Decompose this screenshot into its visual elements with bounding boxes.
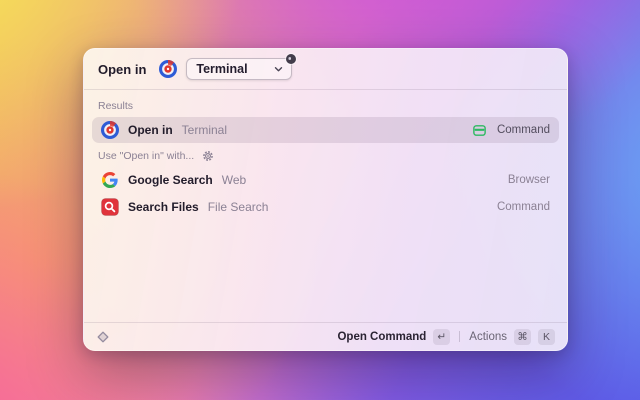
open-in-extension-icon <box>101 121 119 139</box>
footer-bar: Open Command ↵ Actions ⌘ K <box>84 322 567 350</box>
result-row-search-files[interactable]: Search Files File Search Command <box>92 194 559 220</box>
row-accessory: Command <box>496 201 550 213</box>
command-header: Open in Terminal <box>84 49 567 89</box>
cmd-key: ⌘ <box>514 328 531 345</box>
row-subtitle: Terminal <box>181 123 228 137</box>
result-row-google-search[interactable]: Google Search Web Browser <box>92 167 559 193</box>
raycast-logo-icon <box>96 330 110 344</box>
row-subtitle: File Search <box>207 200 269 214</box>
desktop-background: { "header": { "label": "Open in", "dropd… <box>0 0 640 400</box>
primary-action-label[interactable]: Open Command <box>337 331 426 343</box>
row-accessory: Browser <box>507 174 550 186</box>
row-title: Google Search <box>128 173 213 187</box>
footer-separator <box>459 331 461 342</box>
google-icon <box>101 171 119 189</box>
app-window-icon <box>472 123 487 138</box>
open-in-extension-icon <box>159 60 178 78</box>
use-with-section-label: Use "Open in" with... <box>92 144 559 167</box>
actions-menu-label[interactable]: Actions <box>469 331 507 343</box>
raycast-window: Open in Terminal Results Open in Termina… <box>83 48 568 351</box>
command-title: Open in <box>98 61 147 77</box>
return-key: ↵ <box>433 328 451 345</box>
row-title: Open in <box>128 123 173 137</box>
results-section-text: Results <box>98 100 134 112</box>
use-with-section-text: Use "Open in" with... <box>98 150 195 162</box>
dropdown-badge <box>286 54 297 64</box>
k-key: K <box>538 328 555 345</box>
results-section-label: Results <box>92 94 559 117</box>
result-row-open-in[interactable]: Open in Terminal Command <box>92 117 559 143</box>
gear-icon[interactable] <box>202 150 214 162</box>
chevron-down-icon <box>274 65 283 73</box>
results-list: Results Open in Terminal Command Use "Op… <box>84 90 567 225</box>
row-title: Search Files <box>128 200 199 214</box>
row-accessory: Command <box>496 124 550 136</box>
row-subtitle: Web <box>221 173 247 187</box>
app-dropdown-value: Terminal <box>196 62 248 76</box>
file-search-icon <box>101 198 119 216</box>
app-dropdown[interactable]: Terminal <box>186 54 297 80</box>
